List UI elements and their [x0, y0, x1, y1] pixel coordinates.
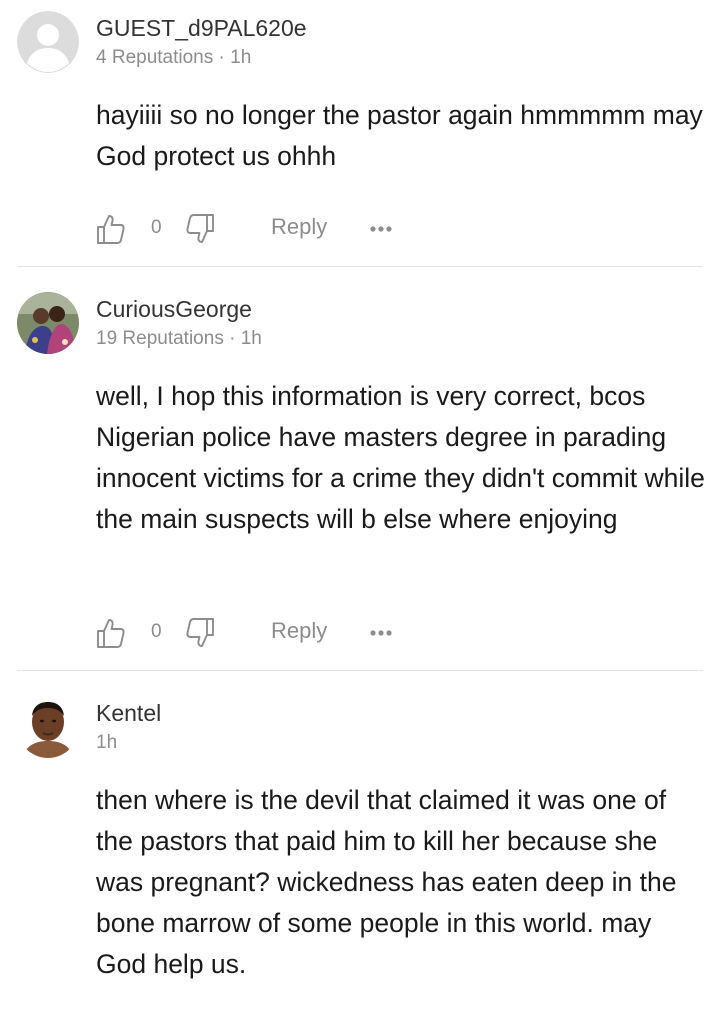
like-button[interactable] — [96, 617, 126, 649]
comment-actions: 0 Reply — [96, 213, 416, 247]
like-count: 0 — [151, 621, 162, 642]
comment-meta: 19 Reputations · 1h — [96, 328, 262, 349]
comment-text: then where is the devil that claimed it … — [96, 785, 677, 979]
thumbs-up-icon — [97, 215, 125, 244]
username[interactable]: Kentel — [96, 700, 161, 727]
reply-button[interactable]: Reply — [271, 618, 327, 644]
avatar[interactable] — [17, 292, 79, 354]
username[interactable]: CuriousGeorge — [96, 296, 252, 323]
default-avatar-icon — [17, 11, 79, 73]
thumbs-up-icon — [97, 619, 125, 648]
comment-text: well, I hop this information is very cor… — [96, 381, 705, 534]
user-photo-couple — [17, 292, 79, 354]
comment-text: hayiiii so no longer the pastor again hm… — [96, 100, 703, 171]
thumbs-down-icon — [186, 618, 214, 647]
comment-actions: 0 Reply — [96, 617, 416, 651]
comment-item: GUEST_d9PAL620e 4 Reputations · 1h hayii… — [0, 0, 720, 267]
dislike-button[interactable] — [185, 617, 215, 649]
comment-meta: 4 Reputations · 1h — [96, 47, 252, 68]
comment-meta: 1h — [96, 732, 118, 753]
like-count: 0 — [151, 217, 162, 238]
more-options-button[interactable] — [369, 219, 395, 239]
thumbs-down-icon — [186, 214, 214, 243]
username[interactable]: GUEST_d9PAL620e — [96, 15, 307, 42]
user-photo-man — [17, 696, 79, 758]
avatar[interactable] — [17, 696, 79, 758]
more-options-button[interactable] — [369, 623, 395, 643]
dislike-button[interactable] — [185, 213, 215, 245]
like-button[interactable] — [96, 213, 126, 245]
comment-item: CuriousGeorge 19 Reputations · 1h well, … — [0, 267, 720, 670]
reply-button[interactable]: Reply — [271, 214, 327, 240]
more-dots-icon — [370, 226, 392, 232]
avatar[interactable] — [17, 11, 79, 73]
more-dots-icon — [370, 630, 392, 636]
comment-item: Kentel 1h then where is the devil that c… — [0, 671, 720, 1010]
